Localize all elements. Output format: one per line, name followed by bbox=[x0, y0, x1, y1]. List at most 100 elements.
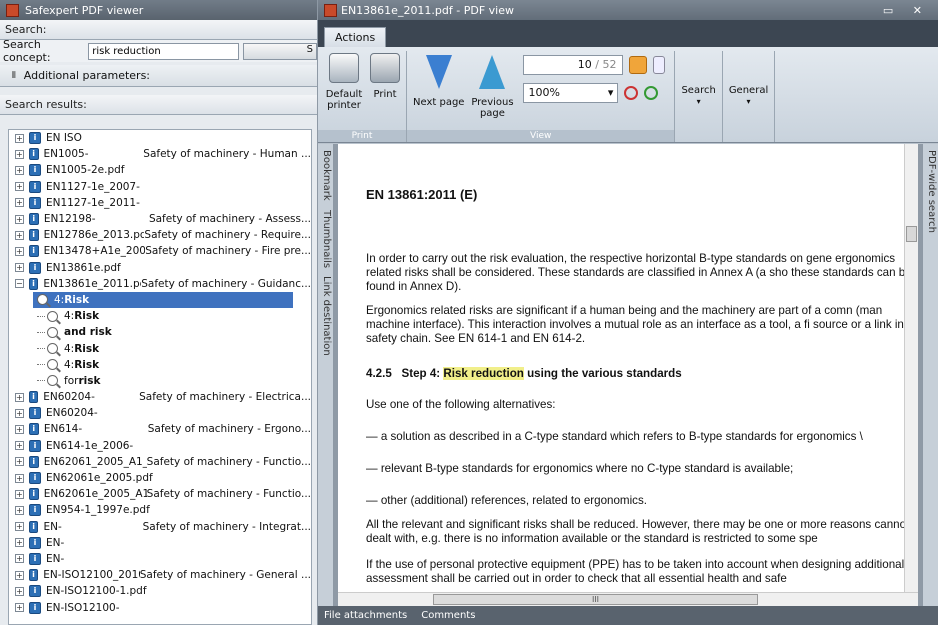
zoom-select[interactable]: 100% bbox=[523, 83, 619, 103]
result-item[interactable]: + i EN614-1e_2006- bbox=[9, 438, 311, 454]
result-item[interactable]: − i EN13861e_2011.pdf Safety of machinery -… bbox=[9, 276, 311, 292]
search-results-tree[interactable]: + i EN ISO + i EN1005- Safety of machinery - H… bbox=[8, 129, 312, 625]
default-printer-button[interactable]: Default printer bbox=[321, 51, 367, 130]
page-total: / 52 bbox=[595, 58, 617, 71]
result-item[interactable]: + i EN- bbox=[9, 551, 311, 567]
expand-icon[interactable]: + bbox=[15, 473, 24, 483]
search-hit-item[interactable]: 4: Risk bbox=[9, 340, 311, 356]
result-item[interactable]: + i EN12198- Safety of machinery - Assess..… bbox=[9, 211, 311, 227]
search-dropdown-button[interactable]: Search ▾ bbox=[678, 51, 718, 131]
result-item[interactable]: + i EN ISO bbox=[9, 130, 311, 146]
expand-icon[interactable]: + bbox=[15, 214, 24, 224]
expand-icon[interactable]: + bbox=[15, 570, 24, 580]
result-item[interactable]: + i EN62061_2005_A1_ Safety of machinery - … bbox=[9, 454, 311, 470]
vertical-scrollbar[interactable] bbox=[904, 144, 918, 592]
expand-icon[interactable]: + bbox=[15, 230, 24, 240]
tab-bookmark[interactable]: Bookmark bbox=[321, 150, 332, 201]
expand-icon[interactable]: + bbox=[15, 392, 24, 402]
tab-file-attachments[interactable]: File attachments bbox=[324, 610, 407, 621]
tab-actions[interactable]: Actions bbox=[324, 27, 387, 47]
expand-icon[interactable]: + bbox=[15, 603, 24, 613]
search-hit-item[interactable]: 4: Risk bbox=[9, 357, 311, 373]
result-item[interactable]: + i EN62061e_2005.pdf bbox=[9, 470, 311, 486]
additional-parameters-toggle[interactable]: ⫴ Additional parameters: bbox=[0, 65, 317, 87]
expand-icon[interactable]: + bbox=[15, 522, 24, 532]
result-item[interactable]: + i EN13861e.pdf bbox=[9, 260, 311, 276]
search-hit-item[interactable]: 4: Risk bbox=[9, 308, 311, 324]
result-item[interactable]: + i EN-ISO12100_2010- Safety of machinery -… bbox=[9, 567, 311, 583]
result-item[interactable]: + i EN614- Safety of machinery - Ergono... bbox=[9, 421, 311, 437]
document-info-icon: i bbox=[28, 229, 39, 242]
general-dropdown-button[interactable]: General ▾ bbox=[726, 51, 771, 131]
result-item[interactable]: + i EN12786e_2013.pdf Safety of machinery -… bbox=[9, 227, 311, 243]
expand-icon[interactable]: + bbox=[15, 408, 24, 418]
expand-icon[interactable]: + bbox=[15, 489, 24, 499]
expand-icon[interactable]: + bbox=[15, 505, 24, 515]
zoom-out-icon[interactable] bbox=[624, 86, 639, 100]
expand-icon[interactable]: + bbox=[15, 586, 24, 596]
search-hit-item[interactable]: and risk bbox=[9, 324, 311, 340]
page-number-field[interactable]: 10 / 52 bbox=[523, 55, 624, 75]
result-item[interactable]: + i EN954-1_1997e.pdf bbox=[9, 502, 311, 518]
print-group: Default printer Print Print bbox=[318, 51, 407, 142]
result-name: EN-ISO12100_2010- bbox=[43, 569, 140, 582]
result-description: Safety of machinery - Assess... bbox=[148, 213, 311, 226]
expand-icon[interactable]: + bbox=[15, 182, 24, 192]
result-item[interactable]: + i EN-ISO12100- bbox=[9, 599, 311, 615]
view-group-label: View bbox=[407, 130, 675, 142]
expand-icon[interactable]: + bbox=[15, 441, 24, 451]
result-name: EN12786e_2013.pdf bbox=[43, 229, 145, 242]
result-item[interactable]: + i EN1005- Safety of machinery - Human ... bbox=[9, 146, 311, 162]
tab-thumbnails[interactable]: Thumbnails bbox=[321, 210, 332, 268]
result-item[interactable]: + i EN- bbox=[9, 535, 311, 551]
result-item[interactable]: + i EN- Safety of machinery - Integrat... bbox=[9, 519, 311, 535]
expand-icon[interactable]: − bbox=[15, 279, 24, 289]
result-item[interactable]: + i EN62061e_2005_A1 Safety of machinery - … bbox=[9, 486, 311, 502]
search-hit-item[interactable]: 4: Risk bbox=[33, 291, 293, 309]
tab-link-destination[interactable]: Link destination bbox=[321, 276, 332, 356]
general-group: General ▾ bbox=[723, 51, 776, 142]
search-section-header[interactable]: Search: bbox=[0, 20, 317, 40]
result-item[interactable]: + i EN13478+A1e_2008 Safety of machinery - … bbox=[9, 243, 311, 259]
expand-icon[interactable]: + bbox=[15, 457, 24, 467]
document-icon[interactable] bbox=[653, 56, 666, 74]
search-concept-input[interactable] bbox=[88, 42, 240, 60]
expand-icon[interactable]: + bbox=[15, 198, 24, 208]
print-button[interactable]: Print bbox=[367, 51, 403, 130]
expand-icon[interactable]: + bbox=[15, 554, 24, 564]
result-item[interactable]: + i EN60204- Safety of machinery - Electric… bbox=[9, 389, 311, 405]
document-heading: EN 13861:2011 (E) bbox=[366, 187, 478, 202]
hscroll-thumb[interactable]: III bbox=[433, 594, 758, 605]
magnifier-icon bbox=[47, 375, 58, 387]
result-item[interactable]: + i EN-ISO12100-1.pdf bbox=[9, 583, 311, 599]
search-hit-item[interactable]: for risk bbox=[9, 373, 311, 389]
hit-term: risk bbox=[78, 374, 101, 387]
expand-icon[interactable]: + bbox=[15, 133, 24, 143]
expand-icon[interactable]: + bbox=[15, 165, 24, 175]
expand-icon[interactable]: + bbox=[15, 246, 24, 256]
arrow-up-icon bbox=[479, 55, 506, 89]
result-item[interactable]: + i EN60204- bbox=[9, 405, 311, 421]
previous-page-button[interactable]: Previous page bbox=[467, 51, 517, 130]
result-item[interactable]: + i EN1127-1e_2007- bbox=[9, 179, 311, 195]
result-item[interactable]: + i EN1005-2e.pdf bbox=[9, 162, 311, 178]
document-info-icon: i bbox=[29, 407, 41, 420]
search-button[interactable]: S bbox=[243, 42, 317, 60]
hit-prefix: 4: bbox=[54, 293, 65, 306]
tab-comments[interactable]: Comments bbox=[421, 610, 475, 621]
save-icon[interactable] bbox=[629, 56, 648, 74]
chevron-down-icon: ▾ bbox=[696, 97, 701, 106]
result-description: Safety of machinery - Require... bbox=[144, 229, 311, 242]
tab-pdf-wide-search[interactable]: PDF-wide search bbox=[926, 150, 937, 233]
expand-icon[interactable]: + bbox=[15, 424, 24, 434]
expand-icon[interactable]: + bbox=[15, 149, 24, 159]
expand-icon[interactable]: + bbox=[15, 538, 24, 548]
horizontal-scrollbar[interactable]: III bbox=[338, 592, 918, 606]
expand-icon[interactable]: + bbox=[15, 263, 24, 273]
scroll-thumb[interactable] bbox=[906, 226, 917, 242]
result-item[interactable]: + i EN1127-1e_2011- bbox=[9, 195, 311, 211]
additional-parameters-label: Additional parameters: bbox=[23, 69, 151, 82]
next-page-button[interactable]: Next page bbox=[410, 51, 467, 130]
window-controls[interactable]: ▭ ✕ bbox=[883, 4, 930, 17]
zoom-in-icon[interactable] bbox=[644, 86, 659, 100]
